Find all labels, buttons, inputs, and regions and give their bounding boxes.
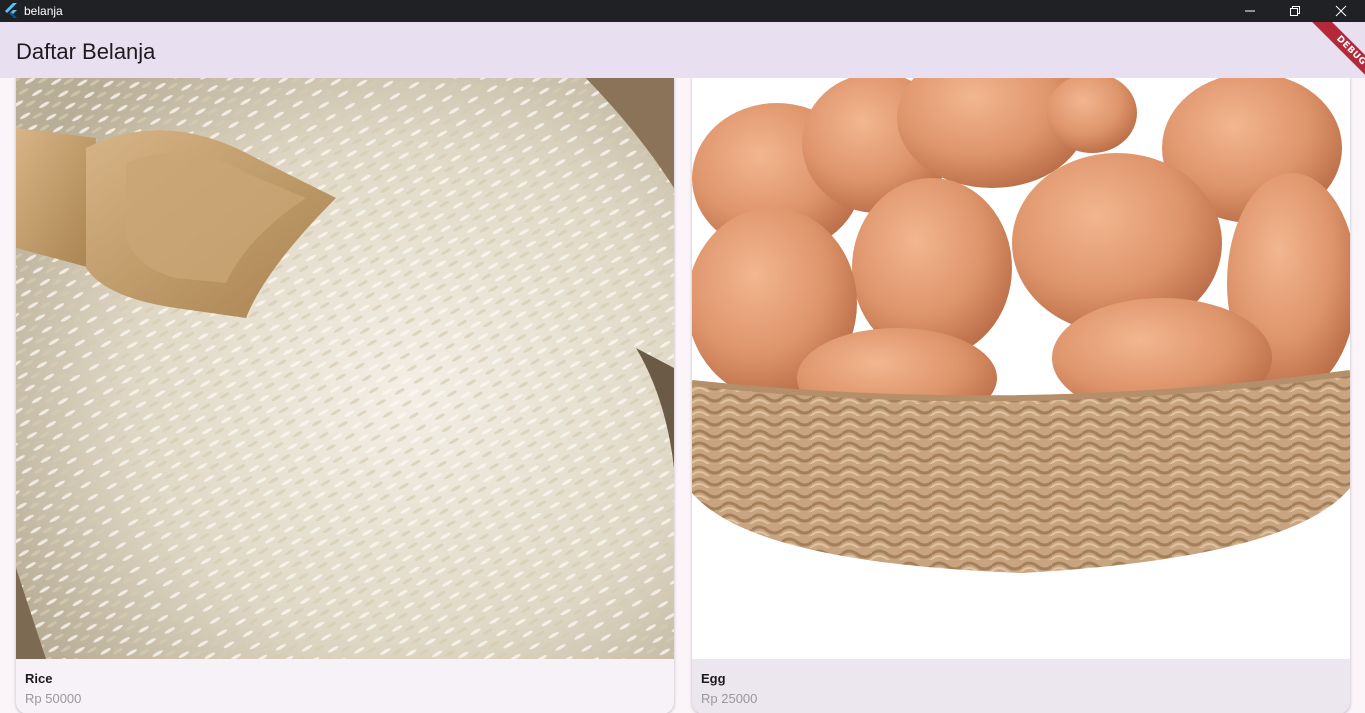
close-icon <box>1335 5 1347 17</box>
product-price: Rp 50000 <box>25 691 82 706</box>
product-name: Egg <box>701 671 726 686</box>
minimize-button[interactable] <box>1227 0 1273 22</box>
close-button[interactable] <box>1318 0 1364 22</box>
product-card[interactable]: Egg Rp 25000 <box>692 78 1350 713</box>
rice-photo <box>16 78 674 659</box>
product-price: Rp 25000 <box>701 691 758 706</box>
window-title: belanja <box>24 4 63 18</box>
product-card[interactable]: Rice Rp 50000 <box>16 78 674 713</box>
product-name: Rice <box>25 671 53 686</box>
debug-banner: DEBUG <box>1305 22 1365 82</box>
product-grid[interactable]: Rice Rp 50000 Egg Rp 25000 <box>0 78 1365 713</box>
flutter-icon <box>4 3 19 19</box>
window-titlebar: belanja <box>0 0 1365 22</box>
maximize-icon <box>1290 6 1300 16</box>
app-bar: Daftar Belanja <box>0 22 1365 78</box>
eggs-in-basket-photo <box>692 78 1350 659</box>
minimize-icon <box>1245 10 1255 12</box>
debug-banner-label: DEBUG <box>1312 22 1365 82</box>
page-title: Daftar Belanja <box>16 39 156 64</box>
maximize-button[interactable] <box>1272 0 1318 22</box>
